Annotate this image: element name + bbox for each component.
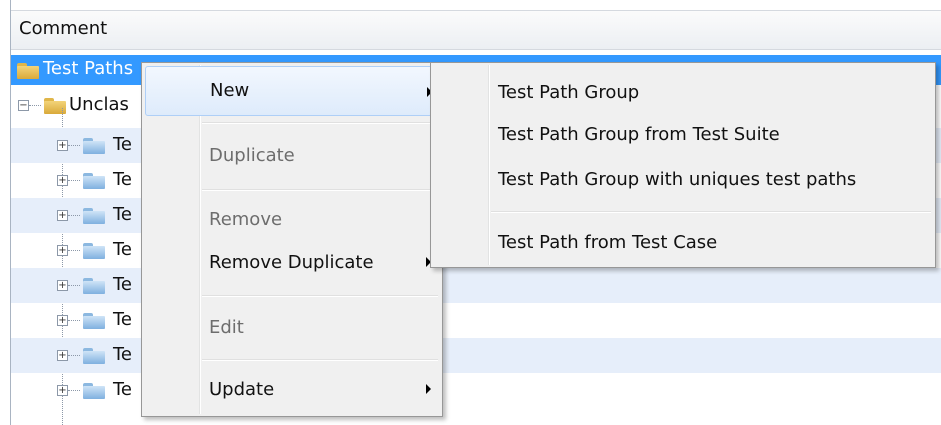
tree-connector [68,145,80,146]
menu-item-new-label: New [210,80,250,101]
expand-icon[interactable]: + [57,350,68,361]
tree-connector [68,355,80,356]
collapse-icon[interactable]: − [18,100,29,111]
menu-item-edit[interactable]: Edit [209,317,244,338]
submenu-item-group-uniques[interactable]: Test Path Group with uniques test paths [498,169,856,190]
menu-item-new[interactable]: New [145,66,438,116]
menu-item-update[interactable]: Update [145,367,438,411]
tree-item-label: Te [113,309,133,330]
menu-separator [202,189,438,191]
tree-item-label: Te [113,379,133,400]
context-menu: New Duplicate Remove Remove Duplicate Ed… [141,62,443,417]
expand-icon[interactable]: + [57,140,68,151]
tree-item-label: Te [113,274,133,295]
tree-item-label: Te [113,344,133,365]
expand-icon[interactable]: + [57,210,68,221]
column-header[interactable]: Comment [11,10,941,50]
folder-icon [83,136,105,154]
menu-separator [202,295,438,297]
tree-connector [29,105,41,106]
tree-connector [68,180,80,181]
menu-item-remove-duplicate-label: Remove Duplicate [209,252,374,273]
menu-separator [202,122,438,124]
submenu-item-group-from-suite[interactable]: Test Path Group from Test Suite [498,124,780,145]
menu-item-remove-duplicate[interactable]: Remove Duplicate [145,241,438,281]
menu-separator [491,211,931,213]
submenu-arrow-icon [426,384,431,394]
folder-icon [83,206,105,224]
tree-item-label: Te [113,204,133,225]
tree-connector [68,215,80,216]
tree-connector [68,390,80,391]
menu-item-duplicate[interactable]: Duplicate [209,145,295,166]
submenu-item-path-from-case[interactable]: Test Path from Test Case [498,232,717,253]
folder-icon [83,276,105,294]
tree-root-label: Test Paths [43,58,134,79]
tree-connector [68,320,80,321]
tree-connector [68,250,80,251]
menu-item-update-label: Update [209,379,275,400]
tree-item-label: Unclas [69,94,129,115]
menu-item-remove[interactable]: Remove [209,209,282,230]
tree-item-label: Te [113,134,133,155]
folder-icon [17,61,39,79]
column-header-label: Comment [19,18,108,39]
menu-gutter [488,65,490,265]
expand-icon[interactable]: + [57,280,68,291]
tree-connector [68,285,80,286]
folder-icon [83,311,105,329]
folder-icon [83,346,105,364]
menu-gutter [199,65,201,414]
expand-icon[interactable]: + [57,385,68,396]
expand-icon[interactable]: + [57,175,68,186]
folder-icon [83,171,105,189]
expand-icon[interactable]: + [57,245,68,256]
new-submenu: Test Path Group Test Path Group from Tes… [430,62,936,268]
tree-item-label: Te [113,169,133,190]
submenu-item-test-path-group[interactable]: Test Path Group [498,82,639,103]
menu-separator [202,359,438,361]
folder-icon [83,381,105,399]
expand-icon[interactable]: + [57,315,68,326]
folder-icon [83,241,105,259]
tree-item-label: Te [113,239,133,260]
